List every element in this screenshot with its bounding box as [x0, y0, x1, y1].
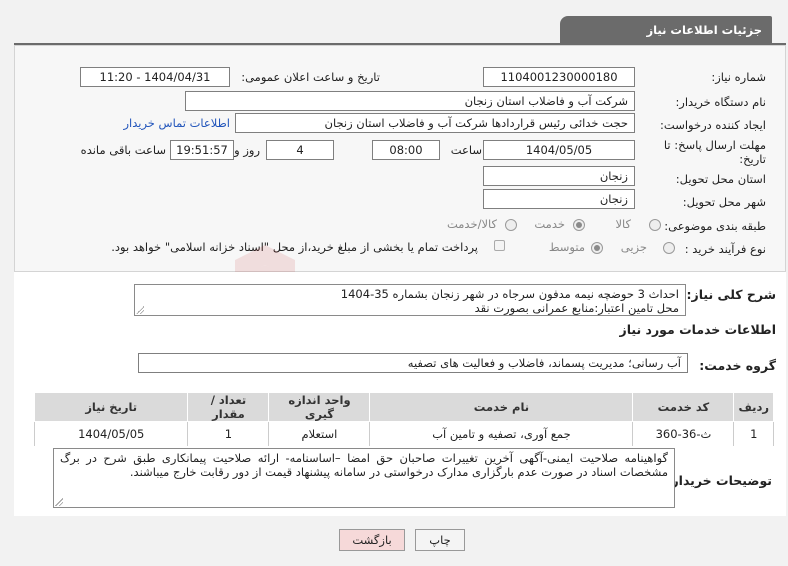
- remaining-days-field: 4: [266, 140, 334, 160]
- summary-line-1: احداث 3 حوضچه نیمه مدفون سرجاه در شهر زن…: [340, 287, 679, 301]
- resize-grip-icon[interactable]: [55, 498, 63, 506]
- row-qty: 1: [187, 421, 270, 447]
- need-number-label: شماره نیاز:: [711, 70, 766, 84]
- announce-datetime-field: 1404/04/31 - 11:20: [80, 67, 230, 87]
- row-name: جمع آوری، تصفیه و تامین آب: [369, 421, 634, 447]
- summary-label: شرح کلی نیاز:: [686, 287, 776, 302]
- category-option-service: خدمت: [534, 217, 565, 231]
- treasury-bonds-checkbox[interactable]: [494, 240, 505, 251]
- service-group-field: آب رسانی؛ مدیریت پسماند، فاضلاب و فعالیت…: [138, 353, 688, 373]
- print-button[interactable]: چاپ: [415, 529, 465, 551]
- delivery-city-label: شهر محل تحویل:: [682, 195, 766, 209]
- treasury-bonds-note: پرداخت تمام یا بخشی از مبلغ خرید،از محل …: [111, 240, 478, 254]
- service-group-label: گروه خدمت:: [699, 358, 776, 373]
- category-label: طبقه بندی موضوعی:: [664, 219, 766, 233]
- deadline-time-label: ساعت: [450, 143, 482, 157]
- summary-textarea[interactable]: احداث 3 حوضچه نیمه مدفون سرجاه در شهر زن…: [134, 284, 686, 316]
- row-date: 1404/05/05: [33, 421, 189, 447]
- category-radio-goods[interactable]: [649, 219, 661, 231]
- category-radio-goods-service[interactable]: [505, 219, 517, 231]
- remaining-time-field: 19:51:57: [170, 140, 234, 160]
- remaining-time-label: ساعت باقی مانده: [80, 143, 166, 157]
- need-number-field: 1104001230000180: [483, 67, 635, 87]
- services-section-title: اطلاعات خدمات مورد نیاز: [619, 322, 777, 337]
- delivery-province-label: استان محل تحویل:: [675, 172, 766, 186]
- purchase-option-minor: جزیی: [620, 240, 647, 254]
- buyer-notes-text: گواهینامه صلاحیت ایمنی-آگهی آخرین تغییرا…: [60, 451, 668, 479]
- purchase-option-medium: متوسط: [548, 240, 585, 254]
- deadline-time-field: 08:00: [372, 140, 440, 160]
- col-index: ردیف: [733, 392, 774, 422]
- buyer-notes-textarea[interactable]: گواهینامه صلاحیت ایمنی-آگهی آخرین تغییرا…: [53, 448, 675, 508]
- buyer-org-field: شرکت آب و فاضلاب استان زنجان: [185, 91, 635, 111]
- services-table-header: ردیف کد خدمت نام خدمت واحد اندازه گیری ت…: [33, 392, 774, 422]
- purchase-radio-medium[interactable]: [591, 242, 603, 254]
- category-option-goods: کالا: [615, 217, 631, 231]
- col-date: تاریخ نیاز: [33, 392, 189, 422]
- requester-field: حجت خدائی رئیس قراردادها شرکت آب و فاضلا…: [235, 113, 635, 133]
- purchase-type-label: نوع فرآیند خرید :: [684, 242, 766, 256]
- col-qty: تعداد / مقدار: [187, 392, 270, 422]
- buyer-contact-link[interactable]: اطلاعات تماس خریدار: [123, 116, 230, 130]
- page-title: جزئیات اطلاعات نیاز: [560, 16, 772, 43]
- table-row: 1 ث-36-360 جمع آوری، تصفیه و تامین آب اس…: [33, 421, 774, 447]
- delivery-city-field: زنجان: [483, 189, 635, 209]
- deadline-date-field: 1404/05/05: [483, 140, 635, 160]
- col-unit: واحد اندازه گیری: [268, 392, 371, 422]
- purchase-radio-minor[interactable]: [663, 242, 675, 254]
- buyer-notes-label: توضیحات خریدار:: [666, 473, 772, 488]
- deadline-label-1: مهلت ارسال پاسخ: تا: [663, 138, 766, 152]
- announce-datetime-label: تاریخ و ساعت اعلان عمومی:: [241, 70, 380, 84]
- delivery-province-field: زنجان: [483, 166, 635, 186]
- buyer-org-label: نام دستگاه خریدار:: [675, 95, 766, 109]
- row-code: ث-36-360: [632, 421, 735, 447]
- services-table: ردیف کد خدمت نام خدمت واحد اندازه گیری ت…: [33, 392, 774, 447]
- summary-line-2: محل تامین اعتبار:منابع عمرانی بصورت نقد: [474, 301, 679, 315]
- category-option-goods-service: کالا/خدمت: [446, 217, 497, 231]
- requester-label: ایجاد کننده درخواست:: [660, 118, 766, 132]
- col-name: نام خدمت: [369, 392, 634, 422]
- category-radio-service[interactable]: [573, 219, 585, 231]
- page-title-text: جزئیات اطلاعات نیاز: [646, 22, 762, 37]
- row-unit: استعلام: [268, 421, 371, 447]
- deadline-label-2: تاریخ:: [739, 152, 766, 166]
- col-code: کد خدمت: [632, 392, 735, 422]
- row-index: 1: [733, 421, 774, 447]
- remaining-days-label: روز و: [234, 143, 260, 157]
- resize-grip-icon[interactable]: [136, 306, 144, 314]
- back-button[interactable]: بازگشت: [339, 529, 405, 551]
